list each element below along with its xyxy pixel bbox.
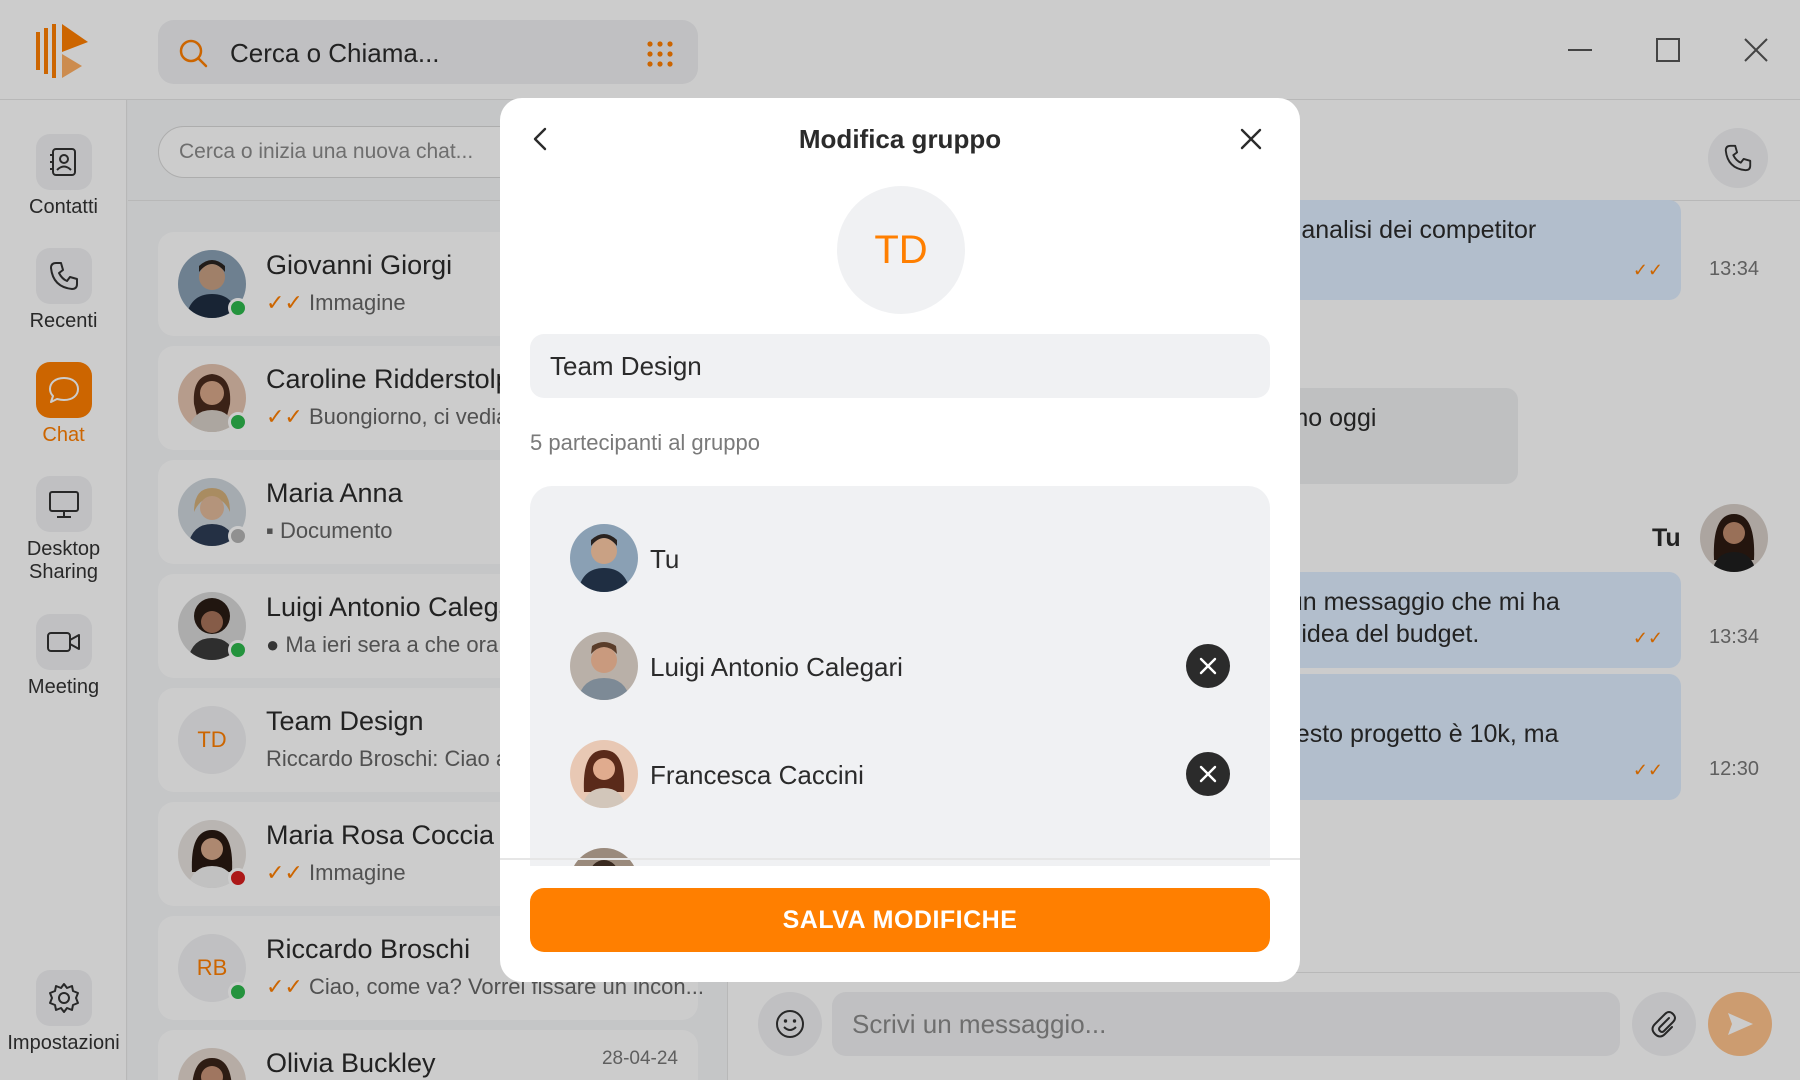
participant-name: Luigi Antonio Calegari <box>650 652 903 682</box>
edit-group-modal: Modifica gruppo TD Team Design 5 parteci… <box>500 98 1300 982</box>
avatar <box>570 740 638 808</box>
modal-title: Modifica gruppo <box>798 124 1002 154</box>
remove-participant-button[interactable] <box>1186 752 1230 796</box>
avatar <box>570 632 638 700</box>
participant-row <box>570 848 1230 866</box>
participant-name: Tu <box>650 544 680 574</box>
avatar <box>570 524 638 592</box>
save-changes-button[interactable]: SALVA MODIFICHE <box>530 888 1270 952</box>
close-icon[interactable] <box>1236 124 1266 154</box>
participant-row: Luigi Antonio Calegari <box>570 632 1230 702</box>
participants-count: 5 partecipanti al gruppo <box>530 430 760 455</box>
close-icon <box>1199 765 1217 783</box>
avatar <box>570 848 638 866</box>
participant-row: Tu <box>570 524 1230 594</box>
divider <box>500 858 1300 860</box>
participants-list: Tu Luigi Antonio Calegari Francesca Cacc… <box>530 486 1270 866</box>
participant-name: Francesca Caccini <box>650 760 864 790</box>
remove-participant-button[interactable] <box>1186 644 1230 688</box>
participant-row: Francesca Caccini <box>570 740 1230 810</box>
group-name-input[interactable]: Team Design <box>530 334 1270 398</box>
close-icon <box>1199 657 1217 675</box>
group-avatar[interactable]: TD <box>837 186 965 314</box>
app-window: Cerca o Chiama... Contatti Recenti Chat … <box>0 0 1800 1080</box>
